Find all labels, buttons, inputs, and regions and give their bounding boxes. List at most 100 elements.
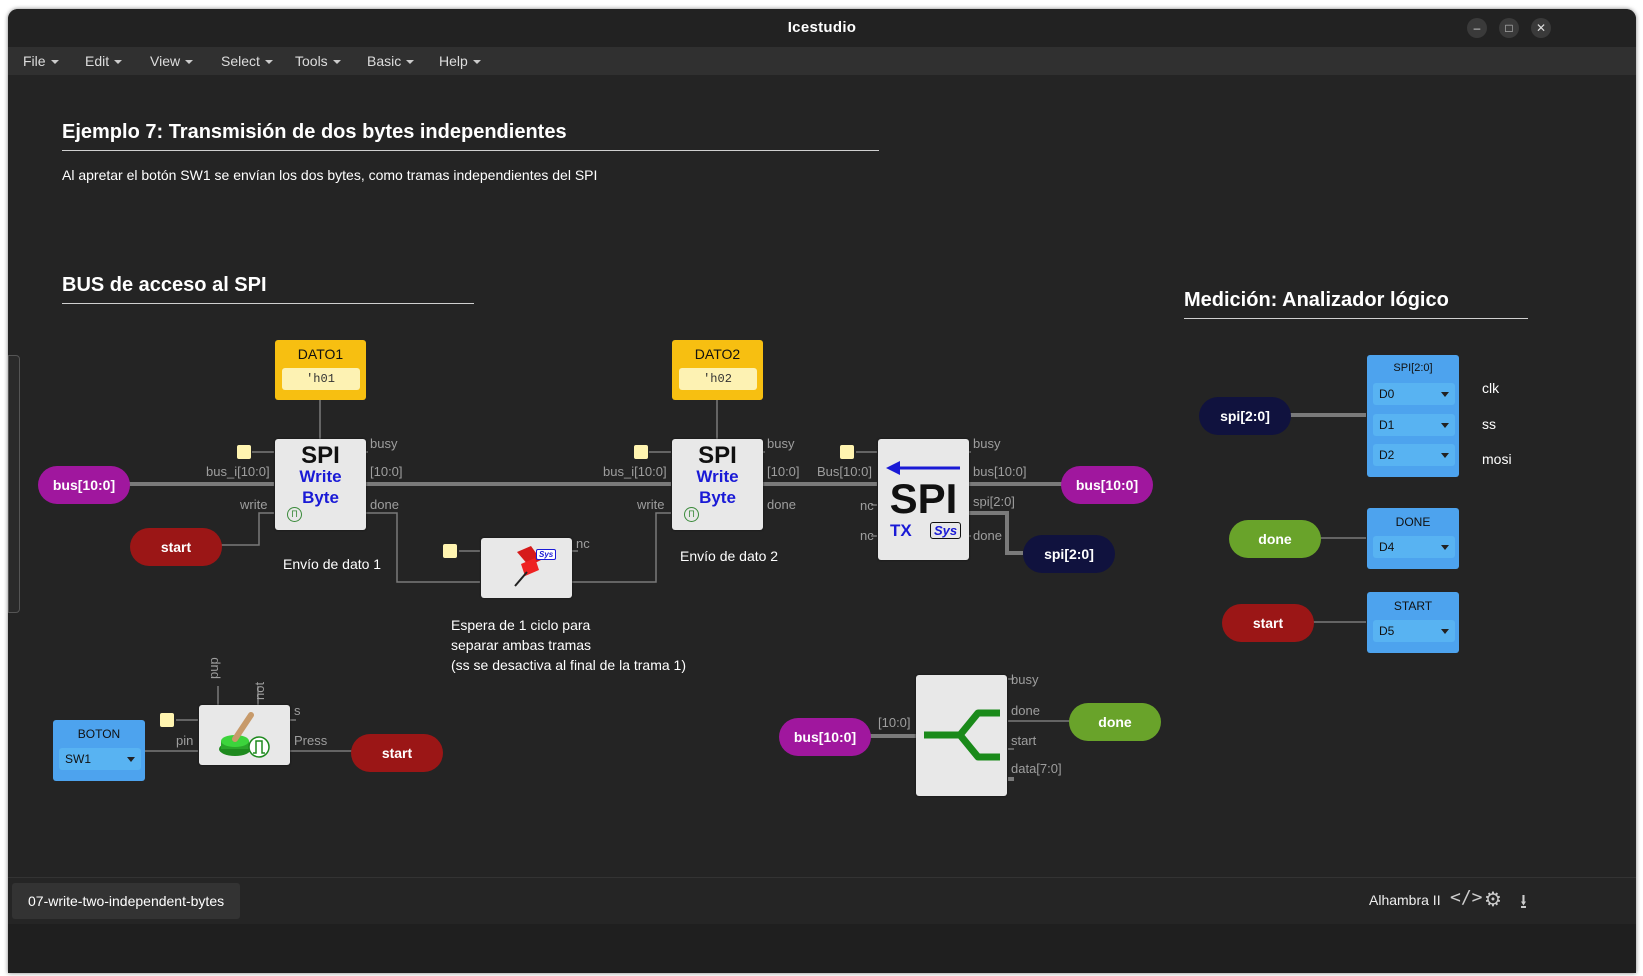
- code-icon[interactable]: </>: [1450, 887, 1483, 908]
- minimize-icon[interactable]: –: [1467, 18, 1487, 38]
- button-block[interactable]: [199, 705, 290, 765]
- pulse-icon: Π: [684, 507, 699, 522]
- sys-badge: Sys: [536, 549, 557, 560]
- menu-select-label: Select: [221, 53, 260, 69]
- port-busy: busy: [767, 436, 795, 451]
- status-bar: 07-write-two-independent-bytes Alhambra …: [8, 877, 1636, 924]
- file-tab[interactable]: 07-write-two-independent-bytes: [12, 883, 241, 919]
- envio1-label: Envío de dato 1: [283, 556, 382, 572]
- port-press: Press: [294, 733, 328, 748]
- menu-view[interactable]: View: [150, 53, 194, 69]
- spi-tag[interactable]: spi[2:0]: [1023, 535, 1115, 573]
- port-split-in: [10:0]: [878, 715, 911, 730]
- port-write: write: [240, 497, 268, 512]
- port-data: data[7:0]: [1011, 761, 1062, 776]
- pin-select-value: SW1: [65, 752, 92, 766]
- port-bus-out: [10:0]: [767, 464, 800, 479]
- pin-select[interactable]: SW1: [59, 748, 141, 770]
- port-start: start: [1011, 733, 1037, 748]
- port-nc: nc: [576, 536, 590, 551]
- clock-checkbox[interactable]: [840, 445, 854, 459]
- close-icon[interactable]: ✕: [1531, 18, 1551, 38]
- port-bus-in: Bus[10:0]: [817, 464, 872, 479]
- chevron-down-icon: [1441, 392, 1449, 397]
- icestudio-window: Icestudio – □ ✕ File Edit View Select To…: [8, 9, 1636, 973]
- spi-tag[interactable]: spi[2:0]: [1199, 397, 1291, 435]
- const-value[interactable]: 'h01: [281, 368, 360, 390]
- clock-checkbox[interactable]: [237, 445, 251, 459]
- maximize-icon[interactable]: □: [1499, 18, 1519, 38]
- chevron-down-icon: [406, 60, 415, 65]
- port-busy: busy: [973, 436, 1001, 451]
- pushpin-icon: [514, 530, 541, 587]
- pin-select-d0[interactable]: D0: [1373, 383, 1455, 405]
- wait-cycle-block[interactable]: Sys: [481, 530, 572, 598]
- chevron-down-icon: [472, 60, 481, 65]
- clock-checkbox[interactable]: [443, 544, 457, 558]
- pin-name: SPI[2:0]: [1393, 362, 1433, 374]
- spi-write-byte-block-1[interactable]: SPI Write Byte Π: [275, 439, 366, 530]
- pin-select[interactable]: D4: [1373, 536, 1455, 558]
- const-value[interactable]: 'h02: [678, 368, 757, 390]
- done-tag[interactable]: done: [1229, 520, 1321, 558]
- espera-line2: separar ambas tramas: [451, 637, 592, 653]
- spi-output-pins[interactable]: SPI[2:0] D0 D1 D2: [1367, 355, 1459, 477]
- pin-select-value: D5: [1379, 624, 1395, 638]
- pin-name: START: [1393, 599, 1433, 613]
- chevron-down-icon: [50, 60, 59, 65]
- title-heading: Ejemplo 7: Transmisión de dos bytes inde…: [62, 121, 567, 143]
- pin-select-d2[interactable]: D2: [1373, 444, 1455, 466]
- menu-help[interactable]: Help: [439, 53, 481, 69]
- chevron-down-icon: [1441, 423, 1449, 428]
- menu-basic[interactable]: Basic: [367, 53, 415, 69]
- menu-basic-label: Basic: [367, 53, 402, 69]
- block-subtitle: Byte: [699, 488, 736, 507]
- block-subtitle: Write: [299, 467, 342, 486]
- const-name: DATO2: [694, 346, 741, 362]
- bus-tag[interactable]: bus[10:0]: [38, 466, 130, 504]
- window-title: Icestudio: [787, 19, 857, 36]
- start-tag[interactable]: start: [1222, 604, 1314, 642]
- bus-split-block[interactable]: [916, 675, 1007, 796]
- pin-select-d1[interactable]: D1: [1373, 414, 1455, 436]
- boton-input-pin[interactable]: BOTON SW1: [53, 720, 145, 781]
- clock-checkbox[interactable]: [160, 713, 174, 727]
- menu-tools[interactable]: Tools: [295, 53, 341, 69]
- design-canvas[interactable]: Ejemplo 7: Transmisión de dos bytes inde…: [8, 75, 1636, 919]
- spi-write-byte-block-2[interactable]: SPI Write Byte Π: [672, 439, 763, 530]
- bus-tag[interactable]: bus[10:0]: [779, 718, 871, 756]
- start-output-pin[interactable]: START D5: [1367, 592, 1459, 653]
- const-dato1[interactable]: DATO1 'h01: [275, 340, 366, 400]
- bus-tag[interactable]: bus[10:0]: [1061, 466, 1153, 504]
- gear-icon[interactable]: ⚙: [1484, 887, 1502, 912]
- port-spi-out: spi[2:0]: [973, 494, 1015, 509]
- port-s: s: [294, 703, 301, 718]
- title-underline: [62, 150, 879, 151]
- start-wire: [220, 512, 274, 546]
- menu-select[interactable]: Select: [221, 53, 273, 69]
- port-nc: nc: [860, 498, 874, 513]
- chevron-down-icon: [1441, 629, 1449, 634]
- download-icon[interactable]: ⭳: [1520, 887, 1527, 921]
- port-not: not: [252, 681, 267, 700]
- pin-select[interactable]: D5: [1373, 620, 1455, 642]
- clock-checkbox[interactable]: [634, 445, 648, 459]
- done-tag[interactable]: done: [1069, 703, 1161, 741]
- const-dato2[interactable]: DATO2 'h02: [672, 340, 763, 400]
- board-name[interactable]: Alhambra II: [1369, 892, 1441, 908]
- menu-edit[interactable]: Edit: [85, 53, 123, 69]
- espera-line3: (ss se desactiva al final de la trama 1): [451, 657, 686, 673]
- start-tag[interactable]: start: [130, 528, 222, 566]
- port-pin: pin: [176, 733, 194, 748]
- pushbutton-icon: [219, 712, 270, 758]
- port-bus-in: bus_i[10:0]: [603, 464, 667, 479]
- spi-tx-block[interactable]: SPI TX Sys: [878, 439, 969, 560]
- tx-label: TX: [890, 521, 912, 540]
- block-subtitle: Byte: [302, 488, 339, 507]
- menu-file[interactable]: File: [23, 53, 59, 69]
- menu-file-label: File: [23, 53, 46, 69]
- done-output-pin[interactable]: DONE D4: [1367, 508, 1459, 569]
- analyzer-heading: Medición: Analizador lógico: [1184, 289, 1449, 311]
- port-done: done: [973, 528, 1002, 543]
- start-tag[interactable]: start: [351, 734, 443, 772]
